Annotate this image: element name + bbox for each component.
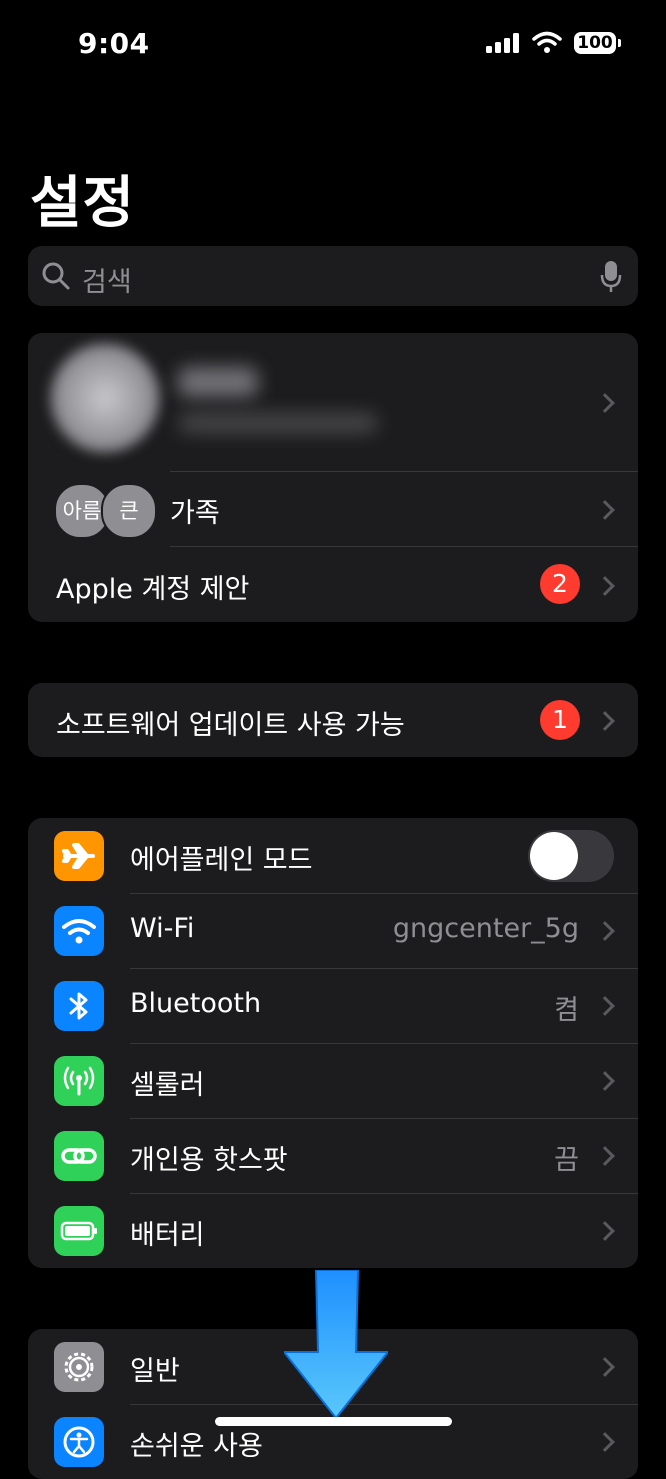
chevron-right-icon [595, 921, 615, 941]
link-icon [54, 1131, 104, 1181]
family-label: 가족 [170, 498, 220, 529]
notification-badge: 1 [540, 700, 580, 740]
cellular-row[interactable]: 셀룰러 [28, 1043, 638, 1118]
account-card: 아름 큰 가족 Apple 계정 제안 2 [28, 333, 638, 622]
battery-icon [54, 1206, 104, 1256]
chevron-right-icon [595, 1146, 615, 1166]
search-icon [42, 262, 70, 290]
status-bar: 9:04 100 [0, 0, 666, 90]
wifi-label: Wi-Fi [130, 913, 195, 944]
personal-hotspot-row[interactable]: 개인용 핫스팟 끔 [28, 1118, 638, 1193]
status-time: 9:04 [78, 27, 150, 60]
chevron-right-icon [595, 711, 615, 731]
gear-icon [54, 1342, 104, 1392]
search-bar[interactable]: 검색 [28, 246, 638, 306]
home-indicator[interactable] [215, 1417, 452, 1426]
bluetooth-label: Bluetooth [130, 988, 262, 1019]
page-title: 설정 [30, 171, 136, 236]
family-row[interactable]: 아름 큰 가족 [28, 472, 638, 546]
airplane-mode-label: 에어플레인 모드 [130, 845, 313, 876]
battery-label: 배터리 [130, 1220, 205, 1251]
accessibility-icon [54, 1417, 104, 1467]
apple-account-row[interactable] [28, 333, 638, 471]
chevron-right-icon [595, 576, 615, 596]
accessibility-label: 손쉬운 사용 [130, 1431, 263, 1462]
software-update-row[interactable]: 소프트웨어 업데이트 사용 가능 1 [28, 683, 638, 757]
account-name-blurred [178, 367, 258, 397]
family-avatar-keun: 큰 [101, 483, 157, 539]
software-update-label: 소프트웨어 업데이트 사용 가능 [56, 710, 405, 741]
chevron-right-icon [595, 1357, 615, 1377]
search-placeholder: 검색 [82, 267, 132, 298]
connectivity-card: 에어플레인 모드 Wi-Fi gngcenter_5g Bluetooth 켬 [28, 818, 638, 1268]
cellular-label: 셀룰러 [130, 1070, 205, 1101]
antenna-icon [54, 1056, 104, 1106]
chevron-right-icon [595, 393, 615, 413]
cellular-signal-icon [486, 33, 519, 53]
airplane-mode-row: 에어플레인 모드 [28, 818, 638, 893]
personal-hotspot-label: 개인용 핫스팟 [130, 1145, 288, 1176]
chevron-right-icon [595, 1071, 615, 1091]
wifi-row[interactable]: Wi-Fi gngcenter_5g [28, 893, 638, 968]
battery-status-icon: 100 [574, 32, 616, 54]
battery-tip [618, 39, 621, 47]
microphone-icon[interactable] [600, 260, 622, 294]
chevron-right-icon [595, 1221, 615, 1241]
account-suggestions-row[interactable]: Apple 계정 제안 2 [28, 547, 638, 622]
account-suggestions-label: Apple 계정 제안 [56, 574, 250, 605]
bluetooth-row[interactable]: Bluetooth 켬 [28, 968, 638, 1043]
airplane-icon [54, 831, 104, 881]
wifi-icon [54, 906, 104, 956]
wifi-status-icon [532, 31, 562, 53]
update-card: 소프트웨어 업데이트 사용 가능 1 [28, 683, 638, 757]
avatar [50, 343, 160, 453]
wifi-network-name: gngcenter_5g [392, 913, 579, 944]
airplane-mode-toggle[interactable] [528, 830, 614, 882]
toggle-knob [530, 832, 578, 880]
chevron-right-icon [595, 996, 615, 1016]
personal-hotspot-status: 끔 [554, 1145, 579, 1176]
down-arrow-icon [284, 1270, 388, 1420]
battery-row[interactable]: 배터리 [28, 1193, 638, 1268]
chevron-right-icon [595, 500, 615, 520]
account-subtitle-blurred [178, 413, 378, 433]
bluetooth-icon [54, 981, 104, 1031]
chevron-right-icon [595, 1432, 615, 1452]
general-label: 일반 [130, 1356, 180, 1387]
notification-badge: 2 [540, 564, 580, 604]
bluetooth-status: 켬 [554, 995, 579, 1026]
